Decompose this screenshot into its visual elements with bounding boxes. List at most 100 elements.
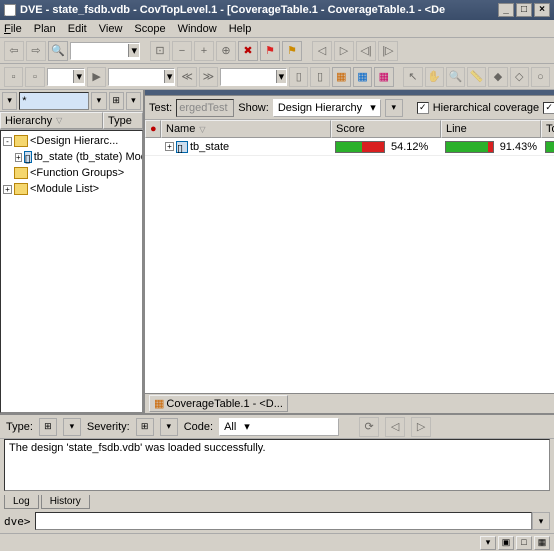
table-row[interactable]: +▯tb_state 54.12% 91.43% xyxy=(145,138,554,156)
tool-a-icon[interactable]: ▫ xyxy=(4,67,23,87)
col-hierarchy[interactable]: Hierarchy▽ xyxy=(0,112,103,129)
refresh-icon[interactable]: ⟳ xyxy=(359,417,379,437)
severity-toggle[interactable]: ⊞ xyxy=(136,418,154,436)
menu-file[interactable]: FFileile xyxy=(4,23,22,35)
status-detach-icon[interactable]: ▣ xyxy=(498,536,514,550)
next-icon[interactable]: ▷ xyxy=(334,41,354,61)
mark3-icon[interactable]: ○ xyxy=(531,67,550,87)
filter-dd-icon[interactable]: ▾ xyxy=(91,92,106,110)
mark2-icon[interactable]: ◇ xyxy=(510,67,529,87)
zoom-in-icon[interactable]: + xyxy=(194,41,214,61)
status-collapse-icon[interactable]: ▾ xyxy=(480,536,496,550)
history-tab[interactable]: History xyxy=(41,495,90,509)
hierarchical-checkbox[interactable]: ✓ xyxy=(417,102,429,114)
align-l-icon[interactable]: ≪ xyxy=(177,67,196,87)
menu-window[interactable]: Window xyxy=(178,23,217,35)
menu-edit[interactable]: Edit xyxy=(68,23,87,35)
hand-icon[interactable]: ✋ xyxy=(425,67,444,87)
menu-view[interactable]: View xyxy=(99,23,123,35)
zoom-fit-icon[interactable]: ⊡ xyxy=(150,41,170,61)
tree-node[interactable]: +▯tb_state (tb_state) Module xyxy=(3,149,140,165)
forward-icon[interactable]: ⇨ xyxy=(26,41,46,61)
last-icon[interactable]: |▷ xyxy=(378,41,398,61)
minimize-button[interactable]: _ xyxy=(498,3,514,17)
menu-scope[interactable]: Scope xyxy=(134,23,165,35)
binoculars-icon[interactable]: 🔍 xyxy=(48,41,68,61)
col-status[interactable]: ● xyxy=(145,120,161,138)
console-next-icon[interactable]: ▷ xyxy=(411,417,431,437)
to-bar xyxy=(545,141,554,153)
expand-icon[interactable]: - xyxy=(3,137,12,146)
col-score[interactable]: Score xyxy=(331,120,441,138)
zoom-out-icon[interactable]: − xyxy=(172,41,192,61)
window-title: DVE - state_fsdb.vdb - CovTopLevel.1 - [… xyxy=(20,4,445,16)
stop-icon[interactable]: ✖ xyxy=(238,41,258,61)
grid3-icon[interactable]: ▦ xyxy=(374,67,393,87)
combo-a[interactable] xyxy=(47,68,85,86)
av-icon[interactable]: ▯ xyxy=(289,67,308,87)
step-icon[interactable]: ▶ xyxy=(87,67,106,87)
severity-label: Severity: xyxy=(87,421,130,433)
type-dd-icon[interactable]: ▾ xyxy=(63,418,81,436)
status-grid-icon[interactable]: ▦ xyxy=(534,536,550,550)
grid1-icon[interactable]: ▦ xyxy=(332,67,351,87)
flag-red-icon[interactable]: ⚑ xyxy=(260,41,280,61)
show-dd-icon[interactable]: ▾ xyxy=(385,99,403,117)
log-tab[interactable]: Log xyxy=(4,495,39,509)
folder-icon xyxy=(14,167,28,179)
coverage-table: +▯tb_state 54.12% 91.43% xyxy=(145,138,554,393)
flag-yellow-icon[interactable]: ⚑ xyxy=(282,41,302,61)
bv-icon[interactable]: ▯ xyxy=(310,67,329,87)
console-prev-icon[interactable]: ◁ xyxy=(385,417,405,437)
cursor-icon[interactable]: ↖ xyxy=(403,67,422,87)
line-bar xyxy=(445,141,494,153)
target-icon[interactable]: ⊕ xyxy=(216,41,236,61)
dropdown-icon[interactable]: ▾ xyxy=(2,92,17,110)
mark-icon[interactable]: ◆ xyxy=(488,67,507,87)
expand-icon[interactable]: + xyxy=(165,142,174,151)
toolbar-1: ⇦ ⇨ 🔍 ⊡ − + ⊕ ✖ ⚑ ⚑ ◁ ▷ ◁| |▷ xyxy=(0,38,554,64)
first-icon[interactable]: ◁| xyxy=(356,41,376,61)
code-dropdown[interactable]: All xyxy=(219,418,339,436)
col-line[interactable]: Line xyxy=(441,120,541,138)
status-box-icon[interactable]: □ xyxy=(516,536,532,550)
col-type[interactable]: Type xyxy=(103,112,143,129)
table-header: ● Name▽ Score Line To xyxy=(145,120,554,138)
search-combo[interactable] xyxy=(70,42,140,60)
col-name[interactable]: Name▽ xyxy=(161,120,331,138)
menubar: FFileile Plan Edit View Scope Window Hel… xyxy=(0,20,554,38)
menu-plan[interactable]: Plan xyxy=(34,23,56,35)
coverage-tab[interactable]: ▦CoverageTable.1 - <D... xyxy=(149,395,288,412)
expand-icon[interactable]: + xyxy=(3,185,12,194)
lens-icon[interactable]: 🔍 xyxy=(446,67,465,87)
col-to[interactable]: To xyxy=(541,120,554,138)
menu-help[interactable]: Help xyxy=(229,23,252,35)
tree-node[interactable]: <Function Groups> xyxy=(3,165,140,181)
grid2-icon[interactable]: ▦ xyxy=(353,67,372,87)
view-dd-icon[interactable]: ▾ xyxy=(126,92,141,110)
cmd-dd-icon[interactable]: ▾ xyxy=(532,512,550,530)
align-r-icon[interactable]: ≫ xyxy=(199,67,218,87)
command-input[interactable] xyxy=(35,512,533,530)
combo-c[interactable] xyxy=(220,68,287,86)
view-toggle-icon[interactable]: ⊞ xyxy=(109,92,124,110)
reuse-checkbox[interactable]: ✓ xyxy=(543,102,554,114)
close-button[interactable]: × xyxy=(534,3,550,17)
tree-node[interactable]: -<Design Hierarc... xyxy=(3,133,140,149)
show-dropdown[interactable]: Design Hierarchy xyxy=(273,99,381,117)
type-toggle[interactable]: ⊞ xyxy=(39,418,57,436)
combo-b[interactable] xyxy=(108,68,175,86)
severity-dd-icon[interactable]: ▾ xyxy=(160,418,178,436)
tool-b-icon[interactable]: ▫ xyxy=(25,67,44,87)
ruler-icon[interactable]: 📏 xyxy=(467,67,486,87)
back-icon[interactable]: ⇦ xyxy=(4,41,24,61)
folder-icon xyxy=(14,183,28,195)
expand-icon[interactable]: + xyxy=(15,153,22,162)
statusbar: ▾ ▣ □ ▦ xyxy=(0,533,554,551)
row-name: tb_state xyxy=(190,141,229,153)
hierarchy-filter-input[interactable] xyxy=(19,92,89,110)
toolbar-2: ▫ ▫ ▶ ≪ ≫ ▯ ▯ ▦ ▦ ▦ ↖ ✋ 🔍 📏 ◆ ◇ ○ xyxy=(0,64,554,90)
tree-node[interactable]: +<Module List> xyxy=(3,181,140,197)
prev-icon[interactable]: ◁ xyxy=(312,41,332,61)
maximize-button[interactable]: □ xyxy=(516,3,532,17)
